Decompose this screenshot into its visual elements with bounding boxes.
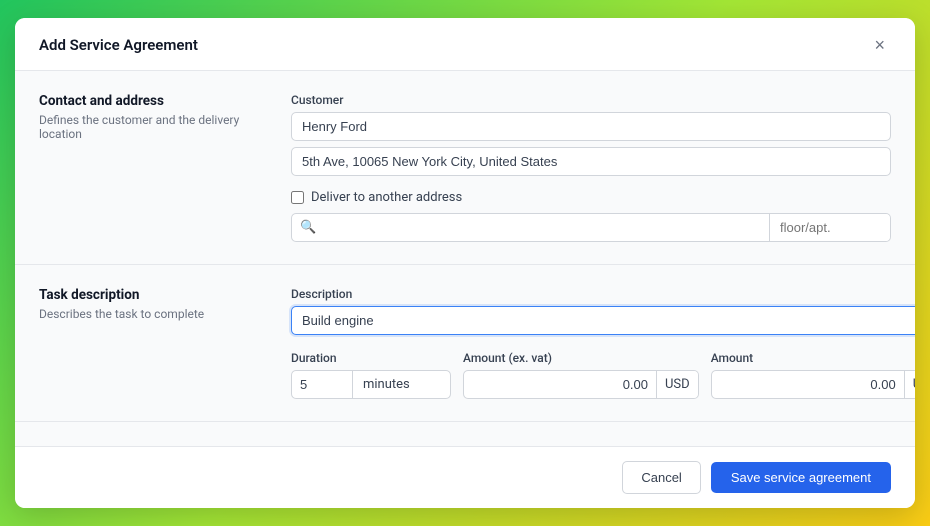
address-search-row: 🔍 [291, 213, 891, 242]
contact-section-content: Customer Deliver to another address 🔍 [291, 93, 891, 242]
deliver-checkbox-row: Deliver to another address [291, 190, 891, 205]
amount-input[interactable] [712, 371, 904, 398]
search-icon: 🔍 [300, 220, 316, 235]
duration-input-group: minutes [291, 370, 451, 399]
customer-address-input[interactable] [291, 147, 891, 176]
task-section-desc: Describes the task to complete [39, 307, 259, 321]
modal-footer: Cancel Save service agreement [15, 446, 915, 508]
duration-input[interactable] [292, 371, 352, 398]
description-label: Description [291, 287, 915, 301]
modal-title: Add Service Agreement [39, 36, 198, 54]
floor-apt-input[interactable] [770, 214, 890, 241]
duration-group: Duration minutes [291, 351, 451, 399]
contact-section: Contact and address Defines the customer… [15, 71, 915, 265]
task-section: Task description Describes the task to c… [15, 265, 915, 422]
description-input[interactable] [291, 306, 915, 335]
task-section-title: Task description [39, 287, 259, 303]
duration-label: Duration [291, 351, 451, 365]
contact-section-label: Contact and address Defines the customer… [39, 93, 259, 242]
modal-body: Contact and address Defines the customer… [15, 71, 915, 446]
amount-label: Amount [711, 351, 915, 365]
task-section-label: Task description Describes the task to c… [39, 287, 259, 399]
contact-section-desc: Defines the customer and the delivery lo… [39, 113, 259, 141]
customer-label: Customer [291, 93, 891, 107]
save-button[interactable]: Save service agreement [711, 462, 891, 493]
amount-ex-vat-input[interactable] [464, 371, 656, 398]
amount-ex-vat-label: Amount (ex. vat) [463, 351, 699, 365]
close-button[interactable]: × [868, 34, 891, 56]
duration-unit: minutes [352, 371, 420, 398]
amount-ex-vat-group: Amount (ex. vat) USD [463, 351, 699, 399]
amount-field: USD [711, 370, 915, 399]
customer-input[interactable] [291, 112, 891, 141]
address-search-left: 🔍 [292, 214, 770, 241]
duration-amount-row: Duration minutes Amount (ex. vat) USD [291, 351, 915, 399]
modal-header: Add Service Agreement × [15, 18, 915, 71]
amount-ex-vat-field: USD [463, 370, 699, 399]
modal: Add Service Agreement × Contact and addr… [15, 18, 915, 508]
deliver-checkbox-label: Deliver to another address [311, 190, 462, 205]
cancel-button[interactable]: Cancel [622, 461, 700, 494]
contact-section-title: Contact and address [39, 93, 259, 109]
task-section-content: Description Duration minutes Amount (ex.… [291, 287, 915, 399]
amount-currency: USD [904, 371, 915, 398]
deliver-checkbox[interactable] [291, 191, 304, 204]
amount-group: Amount USD [711, 351, 915, 399]
amount-ex-vat-currency: USD [656, 371, 698, 398]
